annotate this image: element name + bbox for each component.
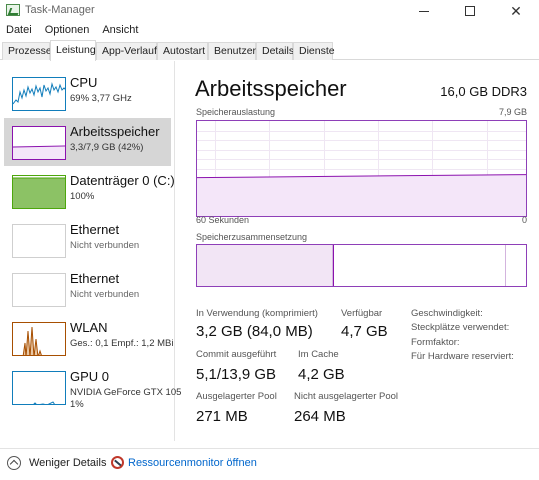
memory-thumbnail-svg <box>13 145 65 159</box>
committed-value: 5,1/13,9 GB <box>196 366 277 383</box>
page-title: Arbeitsspeicher <box>195 76 347 101</box>
composition-free <box>506 245 526 286</box>
open-resource-monitor-link[interactable]: Ressourcenmonitor öffnen <box>128 457 257 469</box>
sidebar-item-gpu[interactable]: GPU 0 NVIDIA GeForce GTX 105 1% <box>4 363 181 419</box>
time-axis-left: 60 Sekunden <box>196 215 250 225</box>
task-manager-app-icon <box>6 4 20 16</box>
sidebar-item-sub: Ges.: 0,1 Empf.: 1,2 MBi <box>70 338 174 349</box>
cached-value: 4,2 GB <box>298 366 345 383</box>
disk-thumbnail-svg <box>13 177 65 208</box>
speed-label: Geschwindigkeit: <box>411 308 483 319</box>
memory-usage-area <box>197 174 526 216</box>
window-title: Task-Manager <box>25 4 95 16</box>
sidebar-item-ethernet-1[interactable]: Ethernet Nicht verbunden <box>4 216 171 264</box>
footer-bar: Weniger Details Ressourcenmonitor öffnen <box>0 448 539 480</box>
title-bar: Task-Manager ✕ <box>0 0 539 22</box>
sidebar-item-label: GPU 0 <box>70 369 110 384</box>
sidebar-item-disk[interactable]: Datenträger 0 (C:) 100% <box>4 167 175 215</box>
committed-label: Commit ausgeführt <box>196 349 277 360</box>
tab-app-verlauf[interactable]: App-Verlauf <box>96 42 157 60</box>
tab-benutzer[interactable]: Benutzer <box>208 42 256 60</box>
gpu-thumbnail-svg <box>33 401 55 404</box>
sidebar-item-memory[interactable]: Arbeitsspeicher 3,3/7,9 GB (42%) <box>4 118 171 166</box>
gpu-thumbnail-graph <box>12 371 66 405</box>
sidebar-item-label: CPU <box>70 75 98 90</box>
sidebar-item-sub: Nicht verbunden <box>70 289 140 300</box>
minimize-button[interactable] <box>401 0 447 22</box>
ethernet-thumbnail-graph <box>12 273 66 307</box>
close-button[interactable]: ✕ <box>493 0 539 22</box>
sidebar-item-sub: Nicht verbunden <box>70 240 140 251</box>
composition-standby <box>334 245 506 286</box>
nonpaged-pool-label: Nicht ausgelagerter Pool <box>294 391 399 402</box>
paged-pool-value: 271 MB <box>196 408 248 425</box>
form-factor-label: Formfaktor: <box>411 337 460 348</box>
sidebar-item-wlan[interactable]: WLAN Ges.: 0,1 Empf.: 1,2 MBi <box>4 314 174 362</box>
sidebar-item-ethernet-2[interactable]: Ethernet Nicht verbunden <box>4 265 171 313</box>
tab-autostart[interactable]: Autostart <box>157 42 208 60</box>
sidebar-item-cpu[interactable]: CPU 69% 3,77 GHz <box>4 69 171 117</box>
cpu-thumbnail-graph <box>12 77 66 111</box>
resource-monitor-icon[interactable] <box>111 456 124 469</box>
minimize-icon <box>419 10 429 12</box>
cpu-thumbnail-svg <box>13 82 65 105</box>
menu-bar: Datei Optionen Ansicht <box>0 22 539 40</box>
tab-leistung[interactable]: Leistung <box>50 40 96 61</box>
tab-prozesse[interactable]: Prozesse <box>2 42 52 60</box>
close-icon: ✕ <box>510 3 522 19</box>
wlan-thumbnail-line <box>22 326 42 355</box>
menu-ansicht[interactable]: Ansicht <box>96 22 145 40</box>
nonpaged-pool-value: 264 MB <box>294 408 346 425</box>
disk-thumbnail-graph <box>12 175 66 209</box>
sidebar-item-sub: NVIDIA GeForce GTX 105 <box>70 387 182 398</box>
menu-optionen[interactable]: Optionen <box>39 22 97 40</box>
available-value: 4,7 GB <box>341 323 388 340</box>
time-axis-right: 0 <box>521 215 527 225</box>
wlan-thumbnail-graph <box>12 322 66 356</box>
resource-sidebar: CPU 69% 3,77 GHz Arbeitsspeicher 3,3/7,9… <box>0 61 181 441</box>
tab-strip: Prozesse Leistung App-Verlauf Autostart … <box>0 40 539 61</box>
cached-label: Im Cache <box>298 349 339 360</box>
sidebar-item-label: Ethernet <box>70 271 120 286</box>
sidebar-item-label: Arbeitsspeicher <box>70 124 160 139</box>
less-details-button[interactable]: Weniger Details <box>29 457 106 469</box>
memory-spec: 16,0 GB DDR3 <box>440 84 527 99</box>
maximize-icon <box>465 6 475 16</box>
sidebar-item-sub2: 1% <box>70 399 84 410</box>
composition-in-use <box>197 245 333 286</box>
wlan-thumbnail-svg <box>22 326 42 355</box>
composition-label: Speicherzusammensetzung <box>196 232 308 242</box>
menu-datei[interactable]: Datei <box>0 22 39 40</box>
cpu-thumbnail-line <box>13 82 65 105</box>
ethernet-thumbnail-graph <box>12 224 66 258</box>
sidebar-item-label: WLAN <box>70 320 108 335</box>
sidebar-item-sub: 100% <box>70 191 95 202</box>
memory-thumbnail-line <box>13 145 65 148</box>
memory-usage-svg <box>197 174 526 216</box>
usage-graph-label: Speicherauslastung <box>196 107 276 117</box>
sidebar-item-sub: 3,3/7,9 GB (42%) <box>70 142 144 153</box>
chevron-up-icon[interactable] <box>7 456 21 470</box>
sidebar-item-label: Ethernet <box>70 222 120 237</box>
memory-usage-graph <box>196 120 527 217</box>
memory-composition-bar <box>196 244 527 287</box>
disk-thumbnail-fill <box>13 178 65 208</box>
usage-graph-max: 7,9 GB <box>498 107 527 117</box>
maximize-button[interactable] <box>447 0 493 22</box>
paged-pool-label: Ausgelagerter Pool <box>196 391 277 402</box>
memory-detail-panel: Arbeitsspeicher 16,0 GB DDR3 Speicheraus… <box>176 61 539 441</box>
sidebar-item-label: Datenträger 0 (C:) <box>70 173 175 188</box>
memory-thumbnail-graph <box>12 126 66 160</box>
hardware-reserved-label: Für Hardware reserviert: <box>411 351 514 362</box>
in-use-label: In Verwendung (komprimiert) <box>196 308 318 319</box>
sidebar-item-sub: 69% 3,77 GHz <box>70 93 132 104</box>
available-label: Verfügbar <box>341 308 383 319</box>
tab-dienste[interactable]: Dienste <box>293 42 335 60</box>
slots-label: Steckplätze verwendet: <box>411 322 510 333</box>
in-use-value: 3,2 GB (84,0 MB) <box>196 323 313 340</box>
gpu-thumbnail-line <box>33 401 55 404</box>
tab-details[interactable]: Details <box>256 42 294 60</box>
memory-thumbnail-fill <box>13 147 65 159</box>
